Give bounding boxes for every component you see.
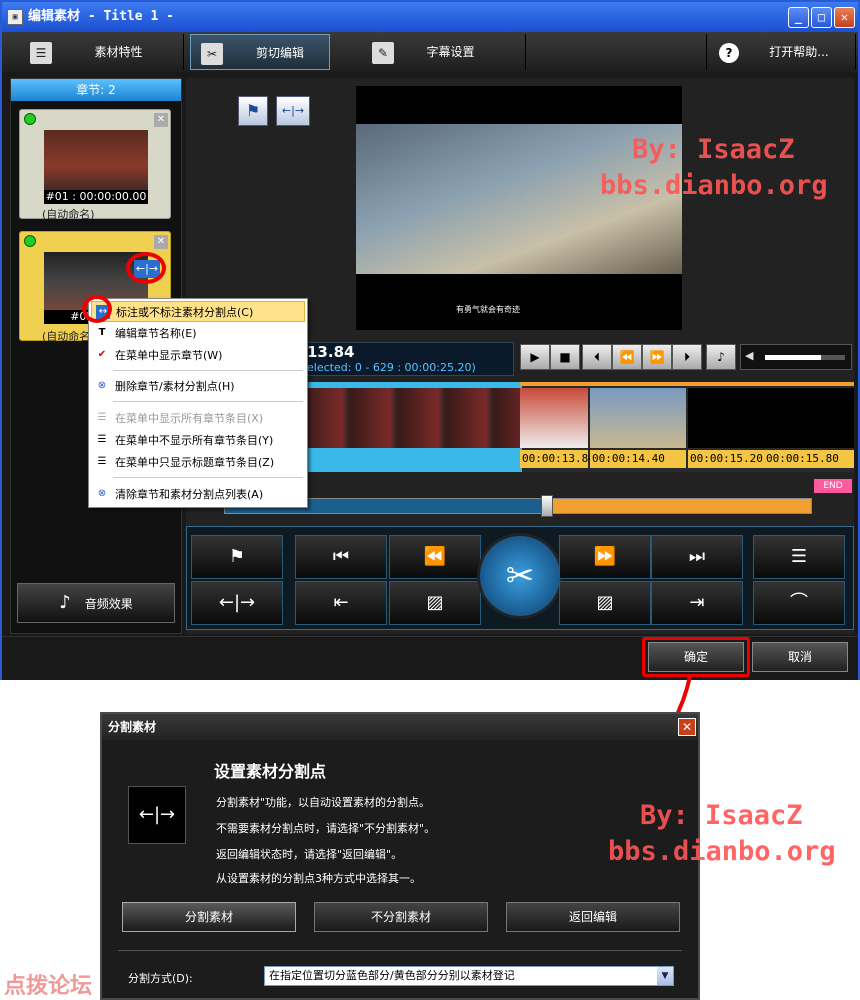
split-method-label: 分割方式(D): xyxy=(128,972,193,985)
split-clip-button[interactable]: 分割素材 xyxy=(122,902,296,932)
corner-watermark: 点拨论坛 xyxy=(4,974,93,999)
dialog-line-4: 从设置素材的分割点3种方式中选择其一。 xyxy=(216,872,421,885)
watermark-line1: By: IsaacZ xyxy=(640,800,803,831)
chevron-down-icon[interactable]: ▼ xyxy=(657,967,673,985)
dialog-line-3: 返回编辑状态时，请选择"返回编辑"。 xyxy=(216,848,403,861)
dialog-line-1: 分割素材"功能，以自动设置素材的分割点。 xyxy=(216,796,431,809)
dialog-divider xyxy=(118,950,682,951)
split-point-icon: ←|→ xyxy=(128,786,186,844)
dialog-close-button[interactable]: ✕ xyxy=(678,718,696,736)
dialog-line-2: 不需要素材分割点时，请选择"不分割素材"。 xyxy=(216,822,436,835)
split-method-select[interactable]: 在指定位置切分蓝色部分/黄色部分分别以素材登记 ▼ xyxy=(264,966,674,986)
dialog-title: 分割素材 xyxy=(102,714,698,740)
back-to-edit-button[interactable]: 返回编辑 xyxy=(506,902,680,932)
dialog-heading: 设置素材分割点 xyxy=(214,762,327,781)
split-clip-dialog: 分割素材 ✕ 设置素材分割点 ←|→ 分割素材"功能，以自动设置素材的分割点。 … xyxy=(100,712,836,1000)
split-method-value: 在指定位置切分蓝色部分/黄色部分分别以素材登记 xyxy=(269,969,515,982)
watermark-line2: bbs.dianbo.org xyxy=(608,836,836,867)
no-split-button[interactable]: 不分割素材 xyxy=(314,902,488,932)
